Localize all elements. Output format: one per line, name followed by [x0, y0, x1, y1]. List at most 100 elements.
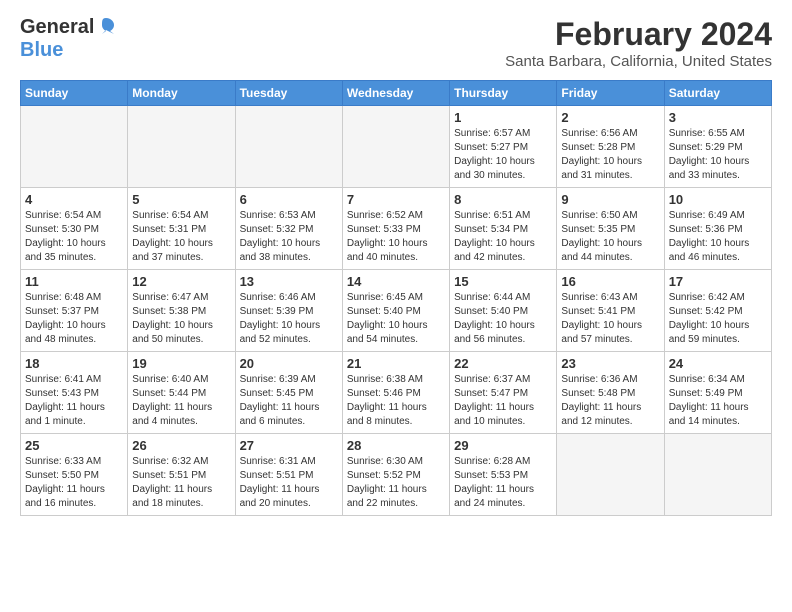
calendar-cell: 29 Sunrise: 6:28 AM Sunset: 5:53 PM Dayli… — [450, 434, 557, 516]
calendar-cell: 25Sunrise: 6:33 AM Sunset: 5:50 PM Dayli… — [21, 434, 128, 516]
day-info: Sunrise: 6:46 AM Sunset: 5:39 PM Dayligh… — [240, 291, 338, 347]
calendar-cell: 24 Sunrise: 6:34 AM Sunset: 5:49 PM Dayli… — [664, 352, 771, 434]
day-info: Sunrise: 6:45 AM Sunset: 5:40 PM Dayligh… — [347, 291, 445, 347]
header: General Blue February 2024 Santa Barbara… — [20, 16, 772, 70]
day-info: Sunrise: 6:33 AM Sunset: 5:50 PM Dayligh… — [25, 455, 123, 511]
calendar-cell: 15 Sunrise: 6:44 AM Sunset: 5:40 PM Dayli… — [450, 270, 557, 352]
calendar-week-row: 25Sunrise: 6:33 AM Sunset: 5:50 PM Dayli… — [21, 434, 772, 516]
day-number: 28 — [347, 438, 445, 453]
calendar-cell: 16Sunrise: 6:43 AM Sunset: 5:41 PM Dayli… — [557, 270, 664, 352]
weekday-header-monday: Monday — [128, 81, 235, 106]
day-number: 4 — [25, 192, 123, 207]
day-info: Sunrise: 6:50 AM Sunset: 5:35 PM Dayligh… — [561, 209, 659, 265]
calendar-cell — [21, 106, 128, 188]
logo-general-text: General — [20, 16, 94, 39]
day-number: 7 — [347, 192, 445, 207]
day-number: 29 — [454, 438, 552, 453]
day-info: Sunrise: 6:44 AM Sunset: 5:40 PM Dayligh… — [454, 291, 552, 347]
calendar-cell: 7 Sunrise: 6:52 AM Sunset: 5:33 PM Daylig… — [342, 188, 449, 270]
day-number: 22 — [454, 356, 552, 371]
day-info: Sunrise: 6:52 AM Sunset: 5:33 PM Dayligh… — [347, 209, 445, 265]
day-info: Sunrise: 6:40 AM Sunset: 5:44 PM Dayligh… — [132, 373, 230, 429]
day-info: Sunrise: 6:51 AM Sunset: 5:34 PM Dayligh… — [454, 209, 552, 265]
calendar-table: SundayMondayTuesdayWednesdayThursdayFrid… — [20, 80, 772, 516]
calendar-cell: 14 Sunrise: 6:45 AM Sunset: 5:40 PM Dayli… — [342, 270, 449, 352]
calendar-cell: 1 Sunrise: 6:57 AM Sunset: 5:27 PM Daylig… — [450, 106, 557, 188]
calendar-cell — [664, 434, 771, 516]
month-title: February 2024 — [505, 16, 772, 53]
day-info: Sunrise: 6:31 AM Sunset: 5:51 PM Dayligh… — [240, 455, 338, 511]
weekday-header-friday: Friday — [557, 81, 664, 106]
day-info: Sunrise: 6:37 AM Sunset: 5:47 PM Dayligh… — [454, 373, 552, 429]
day-number: 19 — [132, 356, 230, 371]
day-number: 14 — [347, 274, 445, 289]
calendar-cell: 3 Sunrise: 6:55 AM Sunset: 5:29 PM Daylig… — [664, 106, 771, 188]
day-info: Sunrise: 6:54 AM Sunset: 5:30 PM Dayligh… — [25, 209, 123, 265]
calendar-cell: 19 Sunrise: 6:40 AM Sunset: 5:44 PM Dayli… — [128, 352, 235, 434]
calendar-cell: 18 Sunrise: 6:41 AM Sunset: 5:43 PM Dayli… — [21, 352, 128, 434]
title-area: February 2024 Santa Barbara, California,… — [505, 16, 772, 70]
day-info: Sunrise: 6:41 AM Sunset: 5:43 PM Dayligh… — [25, 373, 123, 429]
day-info: Sunrise: 6:47 AM Sunset: 5:38 PM Dayligh… — [132, 291, 230, 347]
weekday-header-saturday: Saturday — [664, 81, 771, 106]
calendar-cell: 20 Sunrise: 6:39 AM Sunset: 5:45 PM Dayli… — [235, 352, 342, 434]
calendar-cell: 28 Sunrise: 6:30 AM Sunset: 5:52 PM Dayli… — [342, 434, 449, 516]
day-number: 13 — [240, 274, 338, 289]
day-info: Sunrise: 6:30 AM Sunset: 5:52 PM Dayligh… — [347, 455, 445, 511]
logo-bird-icon — [96, 16, 116, 36]
day-number: 3 — [669, 110, 767, 125]
day-number: 20 — [240, 356, 338, 371]
day-number: 21 — [347, 356, 445, 371]
day-number: 2 — [561, 110, 659, 125]
day-number: 26 — [132, 438, 230, 453]
day-info: Sunrise: 6:39 AM Sunset: 5:45 PM Dayligh… — [240, 373, 338, 429]
calendar-cell: 2Sunrise: 6:56 AM Sunset: 5:28 PM Daylig… — [557, 106, 664, 188]
day-info: Sunrise: 6:32 AM Sunset: 5:51 PM Dayligh… — [132, 455, 230, 511]
day-info: Sunrise: 6:54 AM Sunset: 5:31 PM Dayligh… — [132, 209, 230, 265]
day-info: Sunrise: 6:49 AM Sunset: 5:36 PM Dayligh… — [669, 209, 767, 265]
calendar-cell: 4 Sunrise: 6:54 AM Sunset: 5:30 PM Daylig… — [21, 188, 128, 270]
day-number: 15 — [454, 274, 552, 289]
calendar-cell: 22 Sunrise: 6:37 AM Sunset: 5:47 PM Dayli… — [450, 352, 557, 434]
weekday-header-row: SundayMondayTuesdayWednesdayThursdayFrid… — [21, 81, 772, 106]
day-number: 10 — [669, 192, 767, 207]
weekday-header-wednesday: Wednesday — [342, 81, 449, 106]
day-number: 24 — [669, 356, 767, 371]
day-number: 6 — [240, 192, 338, 207]
calendar-week-row: 1 Sunrise: 6:57 AM Sunset: 5:27 PM Daylig… — [21, 106, 772, 188]
calendar-cell: 27Sunrise: 6:31 AM Sunset: 5:51 PM Dayli… — [235, 434, 342, 516]
day-info: Sunrise: 6:36 AM Sunset: 5:48 PM Dayligh… — [561, 373, 659, 429]
calendar-cell — [557, 434, 664, 516]
calendar-cell: 11Sunrise: 6:48 AM Sunset: 5:37 PM Dayli… — [21, 270, 128, 352]
day-info: Sunrise: 6:34 AM Sunset: 5:49 PM Dayligh… — [669, 373, 767, 429]
calendar-cell: 10 Sunrise: 6:49 AM Sunset: 5:36 PM Dayli… — [664, 188, 771, 270]
calendar-week-row: 4 Sunrise: 6:54 AM Sunset: 5:30 PM Daylig… — [21, 188, 772, 270]
calendar-week-row: 11Sunrise: 6:48 AM Sunset: 5:37 PM Dayli… — [21, 270, 772, 352]
day-number: 18 — [25, 356, 123, 371]
day-number: 16 — [561, 274, 659, 289]
weekday-header-sunday: Sunday — [21, 81, 128, 106]
calendar-cell: 12 Sunrise: 6:47 AM Sunset: 5:38 PM Dayli… — [128, 270, 235, 352]
day-number: 23 — [561, 356, 659, 371]
logo-blue-text: Blue — [20, 39, 63, 61]
weekday-header-tuesday: Tuesday — [235, 81, 342, 106]
calendar-cell: 17Sunrise: 6:42 AM Sunset: 5:42 PM Dayli… — [664, 270, 771, 352]
day-info: Sunrise: 6:38 AM Sunset: 5:46 PM Dayligh… — [347, 373, 445, 429]
calendar-cell: 5 Sunrise: 6:54 AM Sunset: 5:31 PM Daylig… — [128, 188, 235, 270]
logo: General Blue — [20, 16, 116, 62]
day-info: Sunrise: 6:55 AM Sunset: 5:29 PM Dayligh… — [669, 127, 767, 183]
day-number: 12 — [132, 274, 230, 289]
day-number: 1 — [454, 110, 552, 125]
day-info: Sunrise: 6:57 AM Sunset: 5:27 PM Dayligh… — [454, 127, 552, 183]
day-number: 17 — [669, 274, 767, 289]
calendar-cell — [342, 106, 449, 188]
calendar-cell — [128, 106, 235, 188]
calendar-week-row: 18 Sunrise: 6:41 AM Sunset: 5:43 PM Dayli… — [21, 352, 772, 434]
day-number: 5 — [132, 192, 230, 207]
day-info: Sunrise: 6:53 AM Sunset: 5:32 PM Dayligh… — [240, 209, 338, 265]
day-info: Sunrise: 6:28 AM Sunset: 5:53 PM Dayligh… — [454, 455, 552, 511]
calendar-cell — [235, 106, 342, 188]
calendar-cell: 6 Sunrise: 6:53 AM Sunset: 5:32 PM Daylig… — [235, 188, 342, 270]
calendar-cell: 8Sunrise: 6:51 AM Sunset: 5:34 PM Daylig… — [450, 188, 557, 270]
calendar-cell: 26 Sunrise: 6:32 AM Sunset: 5:51 PM Dayli… — [128, 434, 235, 516]
